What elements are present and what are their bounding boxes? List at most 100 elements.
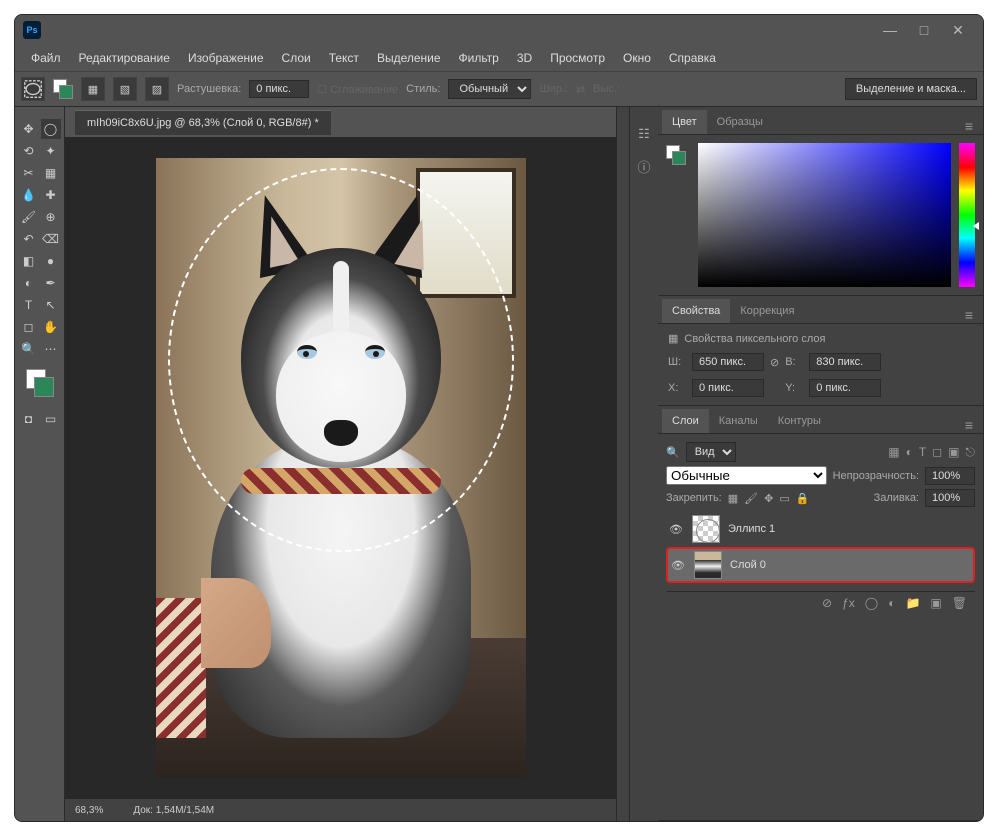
filter-pixel-icon[interactable]: ▦ <box>888 445 899 460</box>
hue-slider[interactable] <box>959 143 975 287</box>
layer-item-ellipse[interactable]: 👁 Эллипс 1 <box>666 511 975 547</box>
brush-tool[interactable]: 🖌 <box>19 207 39 227</box>
marquee-tool[interactable]: ◯ <box>41 119 61 139</box>
gradient-tool[interactable]: ◧ <box>19 251 39 271</box>
lock-all-icon[interactable]: 🔒 <box>796 492 810 505</box>
menu-view[interactable]: Просмотр <box>542 47 613 69</box>
color-field[interactable] <box>698 143 951 287</box>
path-select-tool[interactable]: ↖ <box>41 295 61 315</box>
feather-input[interactable] <box>249 80 309 98</box>
lock-artboard-icon[interactable]: ▭ <box>779 492 789 505</box>
move-tool[interactable]: ✥ <box>19 119 39 139</box>
link-wh-icon[interactable]: ⊘ <box>770 356 779 369</box>
x-input[interactable] <box>692 379 764 397</box>
filter-adjust-icon[interactable]: ◐ <box>906 445 913 460</box>
selection-mode-subtract-icon[interactable]: ▧ <box>113 77 137 101</box>
lock-pixels-icon[interactable]: ▦ <box>728 492 738 505</box>
layers-panel-menu[interactable]: ≡ <box>959 417 979 433</box>
history-brush-tool[interactable]: ↶ <box>19 229 39 249</box>
menu-file[interactable]: Файл <box>23 47 69 69</box>
shape-tool[interactable]: ◻ <box>19 317 39 337</box>
delete-layer-icon[interactable]: 🗑 <box>952 596 967 610</box>
tab-channels[interactable]: Каналы <box>709 409 768 433</box>
foreground-background-swatch[interactable] <box>26 369 54 397</box>
filter-smart-icon[interactable]: ▣ <box>948 445 959 460</box>
filter-toggle-icon[interactable]: ⎋ <box>966 445 976 460</box>
minimize-button[interactable]: — <box>873 18 907 42</box>
blend-mode-select[interactable]: Обычные <box>666 466 827 485</box>
menu-select[interactable]: Выделение <box>369 47 449 69</box>
opacity-input[interactable] <box>925 467 975 485</box>
lock-brush-icon[interactable]: 🖌 <box>744 492 758 505</box>
quickmask-toggle[interactable]: ◘ <box>19 409 39 429</box>
select-and-mask-button[interactable]: Выделение и маска... <box>845 78 977 100</box>
blur-tool[interactable]: ● <box>41 251 61 271</box>
info-panel-icon[interactable]: ⓘ <box>635 157 653 175</box>
menu-text[interactable]: Текст <box>321 47 367 69</box>
props-panel-menu[interactable]: ≡ <box>959 307 979 323</box>
screen-mode-toggle[interactable]: ▭ <box>41 409 61 429</box>
selection-mode-intersect-icon[interactable]: ▨ <box>145 77 169 101</box>
fx-icon[interactable]: ƒx <box>842 596 855 610</box>
magic-wand-tool[interactable]: ✦ <box>41 141 61 161</box>
canvas-viewport[interactable] <box>65 137 616 799</box>
type-tool[interactable]: T <box>19 295 39 315</box>
tab-color[interactable]: Цвет <box>662 110 707 134</box>
menu-filter[interactable]: Фильтр <box>451 47 507 69</box>
close-button[interactable]: ✕ <box>941 18 975 42</box>
filter-shape-icon[interactable]: ◻ <box>932 445 942 460</box>
height-input[interactable] <box>809 353 881 371</box>
stamp-tool[interactable]: ⊕ <box>41 207 61 227</box>
layer-name: Слой 0 <box>730 559 766 571</box>
dodge-tool[interactable]: ◐ <box>19 273 39 293</box>
new-layer-icon[interactable]: ▣ <box>930 596 941 610</box>
maximize-button[interactable]: □ <box>907 18 941 42</box>
group-icon[interactable]: 📁 <box>905 596 920 610</box>
tab-properties[interactable]: Свойства <box>662 299 730 323</box>
style-select[interactable]: Обычный <box>448 79 531 99</box>
color-fg-bg-swatch[interactable] <box>666 145 686 165</box>
history-panel-icon[interactable]: ☷ <box>635 125 653 143</box>
menu-3d[interactable]: 3D <box>509 47 540 69</box>
fill-input[interactable] <box>925 489 975 507</box>
eyedropper-tool[interactable]: 💧 <box>19 185 39 205</box>
layer-item-sloy0[interactable]: 👁 Слой 0 <box>666 547 975 583</box>
zoom-level[interactable]: 68,3% <box>75 805 103 816</box>
lasso-tool[interactable]: ⟲ <box>19 141 39 161</box>
filter-type-icon[interactable]: T <box>919 445 926 460</box>
tab-paths[interactable]: Контуры <box>768 409 831 433</box>
pen-tool[interactable]: ✒ <box>41 273 61 293</box>
color-panel-menu[interactable]: ≡ <box>959 118 979 134</box>
eraser-tool[interactable]: ⌫ <box>41 229 61 249</box>
zoom-tool[interactable]: 🔍 <box>19 339 39 359</box>
selection-mode-add-icon[interactable]: ▦ <box>81 77 105 101</box>
tab-adjustments[interactable]: Коррекция <box>730 299 804 323</box>
y-input[interactable] <box>809 379 881 397</box>
visibility-toggle-icon[interactable]: 👁 <box>668 523 684 536</box>
menu-window[interactable]: Окно <box>615 47 659 69</box>
adjustment-layer-icon[interactable]: ◐ <box>888 596 895 610</box>
crop-tool[interactable]: ✂ <box>19 163 39 183</box>
document-tab[interactable]: mIh09iC8x6U.jpg @ 68,3% (Слой 0, RGB/8#)… <box>75 110 331 135</box>
menu-help[interactable]: Справка <box>661 47 724 69</box>
edit-toolbar[interactable]: ⋯ <box>41 339 61 359</box>
layer-filter-kind[interactable]: Вид <box>686 442 736 462</box>
tool-preset-icon[interactable] <box>21 77 45 101</box>
hand-tool[interactable]: ✋ <box>41 317 61 337</box>
panel-gutter[interactable] <box>616 107 630 821</box>
selection-mode-new-icon[interactable] <box>53 79 73 99</box>
menu-layer[interactable]: Слои <box>274 47 319 69</box>
hue-handle-icon <box>973 222 979 230</box>
menu-image[interactable]: Изображение <box>180 47 272 69</box>
tab-layers[interactable]: Слои <box>662 409 709 433</box>
healing-tool[interactable]: ✚ <box>41 185 61 205</box>
visibility-toggle-icon[interactable]: 👁 <box>670 559 686 572</box>
frame-tool[interactable]: ▦ <box>41 163 61 183</box>
color-panel: Цвет Образцы ≡ <box>658 107 983 296</box>
width-input[interactable] <box>692 353 764 371</box>
tab-swatches[interactable]: Образцы <box>707 110 773 134</box>
link-layers-icon[interactable]: ⊘ <box>822 596 832 610</box>
menu-edit[interactable]: Редактирование <box>71 47 178 69</box>
lock-position-icon[interactable]: ✥ <box>764 492 773 505</box>
mask-icon[interactable]: ◯ <box>865 596 878 610</box>
